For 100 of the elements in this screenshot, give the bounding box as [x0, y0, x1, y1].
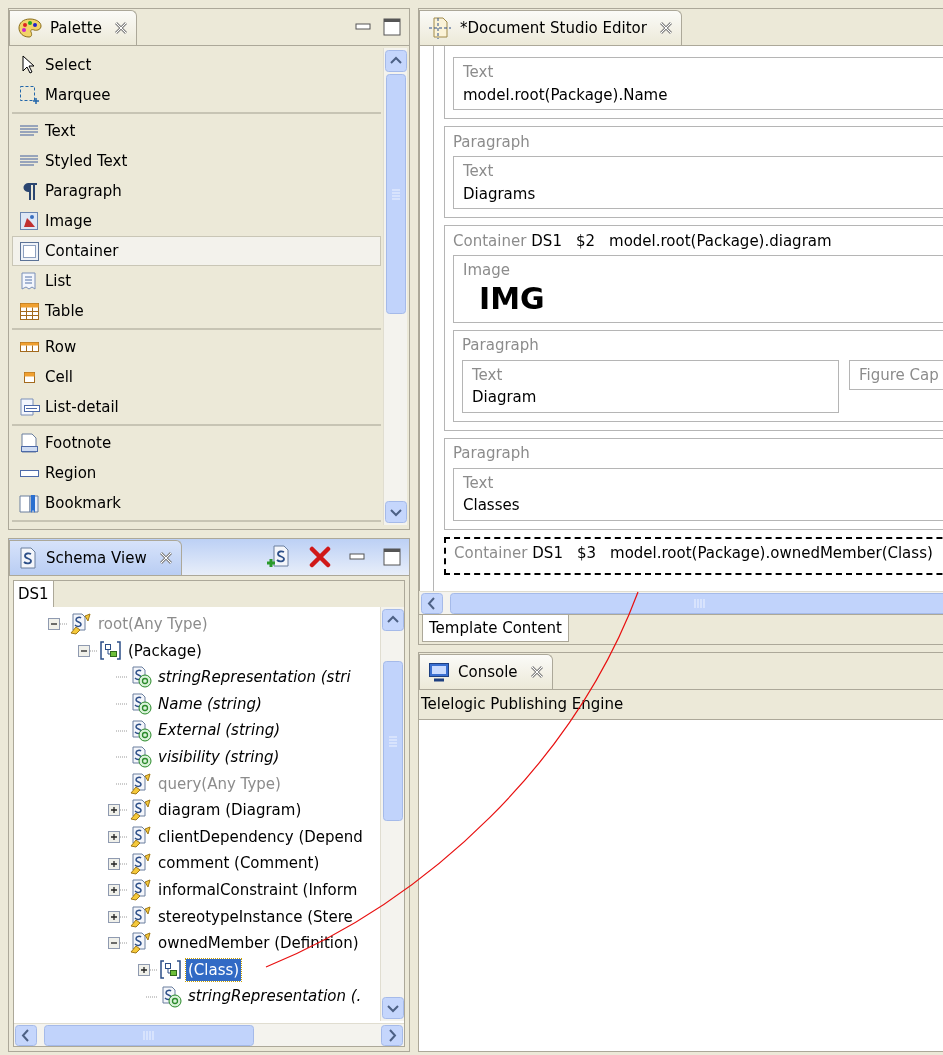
image-block[interactable]: Image IMG [453, 255, 943, 323]
type-icon [100, 639, 122, 662]
tree-connector [150, 969, 158, 971]
palette-item[interactable]: List-detail [12, 392, 381, 422]
schema-query-icon [130, 772, 152, 795]
scroll-up-button[interactable] [385, 50, 407, 72]
attribute-icon [160, 985, 182, 1008]
image-icon [18, 210, 41, 232]
palette-item[interactable]: List [12, 266, 381, 296]
close-icon[interactable] [529, 665, 544, 679]
element-label: Container [453, 230, 527, 252]
editor-bottom-tab[interactable]: Template Content [422, 615, 569, 642]
vertical-scrollbar[interactable] [380, 607, 404, 1021]
tree-connector [116, 729, 128, 732]
paragraph-block[interactable]: Text model.root(Package).Name [444, 46, 943, 119]
tree-connector [120, 862, 128, 865]
container-block[interactable]: Container DS1 $3 model.root(Package).ownedMember(Class) [444, 536, 943, 575]
schema-icon [18, 547, 38, 569]
schema-query-icon [130, 826, 152, 849]
schema-query-icon [130, 852, 152, 875]
palette-item[interactable]: Bookmark [12, 488, 381, 518]
view-tab[interactable]: *Document Studio Editor [419, 10, 682, 45]
tree-connector [116, 782, 128, 785]
book-icon [18, 492, 41, 514]
palette-icon [18, 17, 42, 39]
text-value: Diagrams [463, 183, 537, 205]
palette-item[interactable]: Row [12, 332, 381, 362]
view-tab[interactable]: Schema View [9, 540, 182, 575]
source-name: DS1 [531, 230, 562, 252]
maximize-icon[interactable] [383, 548, 401, 566]
row-icon [20, 342, 39, 352]
delete-icon[interactable] [309, 546, 331, 568]
maximize-icon[interactable] [383, 18, 401, 36]
caption-block[interactable]: Figure Cap [849, 359, 943, 390]
add-schema-icon[interactable] [265, 545, 291, 569]
palette-item[interactable]: Container [12, 236, 381, 266]
palette-item[interactable]: Region [12, 458, 381, 488]
paragraph-block[interactable]: Paragraph Text Classes [444, 437, 943, 530]
palette-item[interactable]: Paragraph [12, 176, 381, 206]
text-block[interactable]: Text Diagram [462, 359, 839, 413]
schema-tab[interactable]: DS1 [14, 581, 54, 607]
schema-query-icon [130, 799, 152, 822]
palette-item[interactable]: Image [12, 206, 381, 236]
dashed-selection-icon [18, 84, 41, 106]
container-block[interactable]: Container DS1 $2 model.root(Package).diagram Image IMG Paragraph Text Diagram Figure Cap [444, 225, 943, 431]
scroll-left-button[interactable] [421, 593, 443, 614]
footnote-icon [18, 432, 41, 454]
attribute-icon [130, 746, 152, 769]
list-detail-icon [18, 396, 41, 418]
scroll-up-button[interactable] [382, 609, 404, 631]
container-icon [18, 240, 41, 262]
paragraph-block[interactable]: Paragraph Text Diagrams [444, 126, 943, 218]
table-icon [18, 300, 41, 322]
text-value: Classes [463, 495, 521, 516]
element-label: Container [454, 543, 528, 565]
cell-icon [24, 371, 35, 383]
close-icon[interactable] [658, 21, 673, 35]
close-icon[interactable] [158, 551, 173, 565]
element-label: Text [472, 364, 504, 386]
region-icon [20, 469, 39, 477]
palette-item[interactable]: Footnote [12, 428, 381, 458]
view-tab[interactable]: Palette [9, 10, 137, 45]
attribute-icon [130, 666, 152, 689]
close-icon[interactable] [113, 21, 128, 35]
palette-item[interactable]: Styled Text [12, 146, 381, 176]
text-block[interactable]: Text Diagrams [453, 156, 943, 209]
tree-connector [120, 809, 128, 812]
scroll-down-button[interactable] [385, 501, 407, 523]
scroll-right-button[interactable] [381, 1025, 403, 1046]
tree-connector [90, 649, 98, 652]
palette-item[interactable]: Cell [12, 362, 381, 392]
scroll-left-button[interactable] [15, 1025, 37, 1046]
element-label: Paragraph [462, 335, 539, 357]
tree-connector [120, 836, 128, 839]
view-tab[interactable]: Console [419, 654, 553, 689]
vertical-scrollbar[interactable] [383, 48, 407, 525]
scroll-down-button[interactable] [382, 997, 404, 1019]
element-label: Text [463, 472, 495, 494]
text-block[interactable]: Text model.root(Package).Name [453, 57, 943, 110]
scrollbar-thumb[interactable] [386, 74, 406, 314]
tree-connector [116, 676, 128, 679]
scrollbar-thumb[interactable] [44, 1025, 254, 1046]
tree-connector [116, 756, 128, 759]
paragraph-block[interactable]: Paragraph Text Diagram Figure Cap [453, 329, 943, 422]
monitor-icon [428, 662, 450, 682]
palette-item[interactable]: Select [12, 50, 381, 80]
palette-item[interactable]: Marquee [12, 80, 381, 110]
element-label: Text [463, 62, 495, 83]
document-icon [428, 17, 452, 39]
palette-item[interactable]: Table [12, 296, 381, 326]
minimize-icon[interactable] [349, 553, 365, 561]
minimize-icon[interactable] [355, 23, 371, 31]
schema-query-icon [130, 879, 152, 902]
horizontal-scrollbar[interactable] [14, 1023, 404, 1046]
tree-connector [116, 703, 128, 706]
tree-connector [146, 995, 158, 998]
text-block[interactable]: Text Classes [453, 467, 943, 521]
scrollbar-thumb[interactable] [383, 661, 403, 821]
palette-item[interactable]: Text [12, 116, 381, 146]
variable-name: $2 [575, 230, 596, 252]
